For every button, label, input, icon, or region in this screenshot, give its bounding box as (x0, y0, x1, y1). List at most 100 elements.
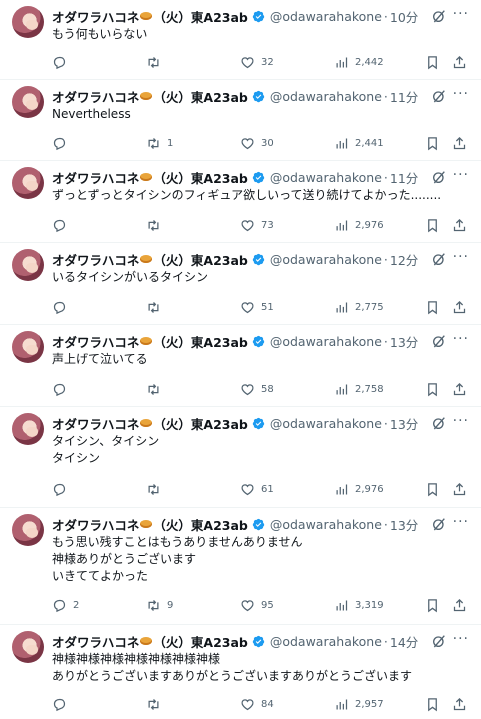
timestamp[interactable]: 14分 (390, 632, 418, 651)
like-button[interactable]: 84 (240, 695, 274, 713)
bookmark-button[interactable] (425, 380, 440, 398)
display-name-suffix[interactable]: （火）東A23ab (153, 7, 247, 26)
avatar[interactable] (12, 514, 44, 546)
display-name-suffix[interactable]: （火）東A23ab (153, 87, 247, 106)
grok-icon[interactable] (431, 88, 447, 104)
display-name-suffix[interactable]: （火）東A23ab (153, 632, 247, 651)
reply-button[interactable] (52, 53, 73, 71)
display-name[interactable]: オダワラハコネ (52, 250, 139, 269)
share-button[interactable] (452, 480, 467, 498)
bookmark-button[interactable] (425, 695, 440, 713)
views-button[interactable]: 2,775 (334, 298, 384, 316)
bookmark-button[interactable] (425, 134, 440, 152)
retweet-button[interactable] (146, 216, 167, 234)
timestamp[interactable]: 12分 (390, 250, 418, 269)
like-button[interactable]: 51 (240, 298, 274, 316)
handle[interactable]: @odawarahakone (270, 334, 382, 349)
grok-icon[interactable] (431, 251, 447, 267)
timestamp[interactable]: 11分 (390, 168, 418, 187)
display-name-suffix[interactable]: （火）東A23ab (153, 515, 247, 534)
retweet-button[interactable] (146, 380, 167, 398)
reply-button[interactable] (52, 216, 73, 234)
share-button[interactable] (452, 298, 467, 316)
bookmark-button[interactable] (425, 216, 440, 234)
tweet[interactable]: オダワラハコネ （火）東A23ab @odawarahakone · 11分 ·… (0, 80, 481, 161)
retweet-button[interactable] (146, 298, 167, 316)
timestamp[interactable]: 13分 (390, 414, 418, 433)
grok-icon[interactable] (431, 8, 447, 24)
more-icon[interactable]: ··· (453, 6, 469, 22)
like-button[interactable]: 58 (240, 380, 274, 398)
grok-icon[interactable] (431, 169, 447, 185)
handle[interactable]: @odawarahakone (270, 89, 382, 104)
display-name[interactable]: オダワラハコネ (52, 632, 139, 651)
tweet[interactable]: オダワラハコネ （火）東A23ab @odawarahakone · 13分 ·… (0, 407, 481, 508)
reply-button[interactable] (52, 380, 73, 398)
like-button[interactable]: 32 (240, 53, 274, 71)
tweet[interactable]: オダワラハコネ （火）東A23ab @odawarahakone · 13分 ·… (0, 508, 481, 625)
avatar[interactable] (12, 249, 44, 281)
reply-button[interactable] (52, 480, 73, 498)
timestamp[interactable]: 13分 (390, 332, 418, 351)
share-button[interactable] (452, 134, 467, 152)
views-button[interactable]: 2,441 (334, 134, 384, 152)
more-icon[interactable]: ··· (453, 249, 469, 265)
display-name[interactable]: オダワラハコネ (52, 414, 139, 433)
retweet-button[interactable] (146, 480, 167, 498)
grok-icon[interactable] (431, 633, 447, 649)
timestamp[interactable]: 13分 (390, 515, 418, 534)
handle[interactable]: @odawarahakone (270, 170, 382, 185)
display-name[interactable]: オダワラハコネ (52, 168, 139, 187)
display-name[interactable]: オダワラハコネ (52, 7, 139, 26)
like-button[interactable]: 73 (240, 216, 274, 234)
share-button[interactable] (452, 695, 467, 713)
tweet[interactable]: オダワラハコネ （火）東A23ab @odawarahakone · 10分 ·… (0, 0, 481, 80)
handle[interactable]: @odawarahakone (270, 517, 382, 532)
display-name-suffix[interactable]: （火）東A23ab (153, 250, 247, 269)
share-button[interactable] (452, 216, 467, 234)
avatar[interactable] (12, 413, 44, 445)
reply-button[interactable] (52, 134, 73, 152)
more-icon[interactable]: ··· (453, 331, 469, 347)
more-icon[interactable]: ··· (453, 631, 469, 647)
display-name-suffix[interactable]: （火）東A23ab (153, 414, 247, 433)
grok-icon[interactable] (431, 415, 447, 431)
retweet-button[interactable] (146, 53, 167, 71)
like-button[interactable]: 30 (240, 134, 274, 152)
timestamp[interactable]: 10分 (390, 7, 418, 26)
more-icon[interactable]: ··· (453, 413, 469, 429)
tweet[interactable]: オダワラハコネ （火）東A23ab @odawarahakone · 11分 ·… (0, 161, 481, 243)
grok-icon[interactable] (431, 516, 447, 532)
handle[interactable]: @odawarahakone (270, 9, 382, 24)
share-button[interactable] (452, 596, 467, 614)
more-icon[interactable]: ··· (453, 514, 469, 530)
reply-button[interactable]: 2 (52, 596, 79, 614)
views-button[interactable]: 2,442 (334, 53, 384, 71)
views-button[interactable]: 2,976 (334, 216, 384, 234)
avatar[interactable] (12, 6, 44, 38)
more-icon[interactable]: ··· (453, 167, 469, 183)
bookmark-button[interactable] (425, 53, 440, 71)
avatar[interactable] (12, 167, 44, 199)
reply-button[interactable] (52, 298, 73, 316)
display-name[interactable]: オダワラハコネ (52, 87, 139, 106)
grok-icon[interactable] (431, 333, 447, 349)
display-name[interactable]: オダワラハコネ (52, 515, 139, 534)
display-name-suffix[interactable]: （火）東A23ab (153, 168, 247, 187)
bookmark-button[interactable] (425, 596, 440, 614)
handle[interactable]: @odawarahakone (270, 252, 382, 267)
retweet-button[interactable] (146, 695, 167, 713)
bookmark-button[interactable] (425, 298, 440, 316)
tweet[interactable]: オダワラハコネ （火）東A23ab @odawarahakone · 12分 ·… (0, 243, 481, 325)
display-name[interactable]: オダワラハコネ (52, 332, 139, 351)
timestamp[interactable]: 11分 (390, 87, 418, 106)
tweet[interactable]: オダワラハコネ （火）東A23ab @odawarahakone · 14分 ·… (0, 625, 481, 719)
display-name-suffix[interactable]: （火）東A23ab (153, 332, 247, 351)
share-button[interactable] (452, 53, 467, 71)
retweet-button[interactable]: 1 (146, 134, 173, 152)
like-button[interactable]: 95 (240, 596, 274, 614)
tweet[interactable]: オダワラハコネ （火）東A23ab @odawarahakone · 13分 ·… (0, 325, 481, 407)
reply-button[interactable] (52, 695, 73, 713)
views-button[interactable]: 2,976 (334, 480, 384, 498)
share-button[interactable] (452, 380, 467, 398)
